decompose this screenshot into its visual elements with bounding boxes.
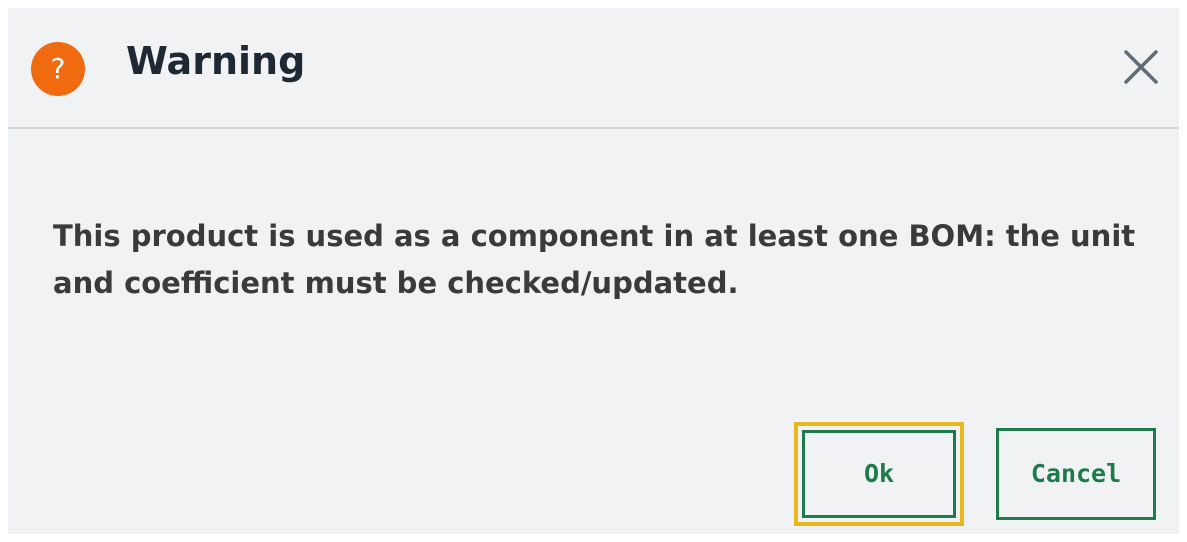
question-mark-icon: ? <box>31 42 85 96</box>
ok-button[interactable]: Ok <box>802 430 956 518</box>
dialog-header: ? Warning <box>8 8 1179 129</box>
close-button[interactable] <box>1118 44 1164 90</box>
dialog-message: This product is used as a component in a… <box>53 219 1136 300</box>
close-icon <box>1124 50 1158 84</box>
cancel-button[interactable]: Cancel <box>996 428 1156 520</box>
dialog-title: Warning <box>126 39 306 83</box>
